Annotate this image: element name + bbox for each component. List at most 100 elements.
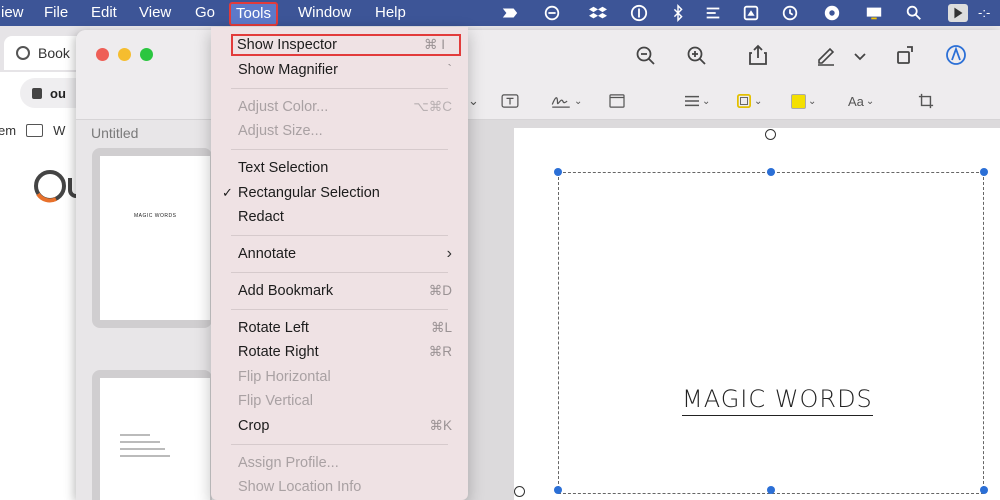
- menu-file[interactable]: File: [39, 3, 73, 23]
- menu-item-shortcut: `: [447, 62, 453, 77]
- menu-item-rotate-left[interactable]: Rotate Left ⌘L: [211, 317, 468, 339]
- menu-item-text-selection[interactable]: Text Selection: [211, 157, 468, 179]
- menu-item-show-location-info: Show Location Info: [211, 476, 468, 498]
- markup-circle-icon[interactable]: [942, 41, 970, 69]
- chevron-down-icon-2[interactable]: ⌄: [468, 90, 479, 112]
- menu-item-rectangular-selection[interactable]: ✓ Rectangular Selection: [211, 182, 468, 204]
- menu-separator: [231, 272, 448, 273]
- close-window-button[interactable]: [96, 48, 109, 61]
- selection-handle-bottom-right[interactable]: [980, 486, 988, 494]
- menu-item-label: Add Bookmark: [238, 283, 334, 299]
- menu-separator: [231, 88, 448, 89]
- menu-item-rotate-right[interactable]: Rotate Right ⌘R: [211, 341, 468, 363]
- menu-separator: [231, 444, 448, 445]
- menu-item-adjust-color: Adjust Color... ⌥⌘C: [211, 96, 468, 118]
- tab-favicon-icon: [16, 46, 30, 60]
- text-list-icon[interactable]: [703, 4, 723, 22]
- text-box-icon[interactable]: [501, 90, 519, 112]
- zoom-out-icon[interactable]: [632, 42, 660, 70]
- menu-item-label: Rotate Right: [238, 344, 319, 360]
- menu-item-show-inspector[interactable]: Show Inspector ⌘ I: [231, 34, 461, 56]
- menu-tools[interactable]: Tools: [229, 2, 279, 26]
- folder-icon[interactable]: [26, 123, 44, 137]
- menu-item-label: Text Selection: [238, 160, 329, 176]
- thumbnail-text-lines: [120, 434, 170, 457]
- cloud-sync-icon[interactable]: [542, 4, 562, 22]
- page-thumbnail-2[interactable]: [92, 370, 212, 500]
- menu-item-label: Rotate Left: [238, 320, 309, 336]
- time-machine-icon[interactable]: [780, 4, 800, 22]
- page-thumbnail-1[interactable]: MAGIC WORDS: [92, 148, 212, 328]
- menu-edit[interactable]: Edit: [86, 3, 122, 23]
- menu-item-label: Redact: [238, 209, 284, 225]
- menu-item-add-bookmark[interactable]: Add Bookmark ⌘D: [211, 280, 468, 302]
- menu-view-partial[interactable]: iew: [0, 3, 29, 23]
- menu-item-label: Flip Horizontal: [238, 369, 331, 385]
- lock-icon: [32, 87, 42, 99]
- menu-item-show-magnifier[interactable]: Show Magnifier `: [211, 59, 468, 81]
- menu-bar: iew File Edit View Go Tools Window Help …: [0, 0, 1000, 26]
- tab-title: Book: [38, 45, 70, 61]
- steering-icon[interactable]: [822, 4, 842, 22]
- chevron-down-icon[interactable]: [852, 42, 868, 70]
- menu-item-shortcut: ⌘R: [428, 344, 452, 359]
- dropbox-icon[interactable]: [588, 4, 608, 22]
- font-button[interactable]: Aa ⌄: [848, 90, 874, 112]
- menu-go[interactable]: Go: [190, 3, 220, 23]
- menu-item-shortcut: ⌘D: [428, 283, 452, 298]
- line-style-icon[interactable]: ⌄: [684, 90, 710, 112]
- bluetooth-icon[interactable]: [668, 4, 688, 22]
- menu-item-shortcut: ⌘L: [430, 320, 452, 335]
- selection-handle-bottom-mid[interactable]: [767, 486, 775, 494]
- menu-separator: [231, 149, 448, 150]
- share-icon[interactable]: [744, 41, 772, 69]
- signature-icon[interactable]: ⌄: [550, 90, 582, 112]
- markup-pen-icon[interactable]: [812, 41, 840, 69]
- font-button-label: Aa: [848, 93, 864, 109]
- selection-handle-bottom-left[interactable]: [554, 486, 562, 494]
- shield-icon[interactable]: [741, 4, 761, 22]
- menu-item-label: Adjust Color...: [238, 99, 329, 115]
- page-layout-icon[interactable]: [609, 90, 625, 112]
- menu-item-label: Show Magnifier: [238, 62, 338, 78]
- menu-item-label: Rectangular Selection: [238, 185, 380, 201]
- menu-item-crop[interactable]: Crop ⌘K: [211, 415, 468, 437]
- 1password-icon[interactable]: [629, 4, 649, 22]
- menu-item-redact[interactable]: Redact: [211, 206, 468, 228]
- menu-separator: [231, 235, 448, 236]
- menu-item-label: Annotate: [238, 246, 297, 262]
- menu-separator: [231, 309, 448, 310]
- play-icon[interactable]: [948, 4, 968, 22]
- selection-handle-top-right[interactable]: [980, 168, 988, 176]
- zoom-in-icon[interactable]: [683, 42, 711, 70]
- bookmark-prefix: em: [0, 122, 17, 138]
- menu-item-adjust-size: Adjust Size...: [211, 120, 468, 142]
- border-color-icon[interactable]: ⌄: [736, 90, 762, 112]
- document-heading: MAGIC WORDS: [682, 385, 873, 416]
- thumbnail-page-2: [100, 378, 210, 500]
- search-icon[interactable]: [904, 4, 924, 22]
- zoom-window-button[interactable]: [140, 48, 153, 61]
- menu-help[interactable]: Help: [370, 3, 411, 23]
- selection-handle-top-left[interactable]: [554, 168, 562, 176]
- arrow-icon[interactable]: [500, 4, 520, 22]
- crop-mark-icon-2: [514, 486, 525, 497]
- rotate-icon[interactable]: [891, 41, 919, 69]
- thumbnail-page: MAGIC WORDS: [100, 156, 210, 320]
- bookmark-label[interactable]: W: [53, 123, 65, 138]
- screen-icon[interactable]: [864, 4, 884, 22]
- menu-window[interactable]: Window: [293, 3, 356, 23]
- menu-item-label: Crop: [238, 418, 270, 434]
- thumbnail-sidebar: Untitled MAGIC WORDS 1: [76, 120, 216, 500]
- menu-view[interactable]: View: [134, 3, 176, 23]
- menu-item-shortcut: ⌥⌘C: [413, 99, 452, 114]
- crop-icon[interactable]: [918, 90, 934, 112]
- submenu-arrow-icon: ›: [446, 245, 452, 262]
- checkmark-icon: ✓: [222, 185, 233, 200]
- menu-item-label: Flip Vertical: [238, 393, 313, 409]
- menu-item-annotate[interactable]: Annotate ›: [211, 243, 468, 265]
- selection-handle-top-mid[interactable]: [767, 168, 775, 176]
- minimize-window-button[interactable]: [118, 48, 131, 61]
- fill-color-icon[interactable]: ⌄: [791, 90, 816, 112]
- rectangular-selection[interactable]: [558, 172, 984, 494]
